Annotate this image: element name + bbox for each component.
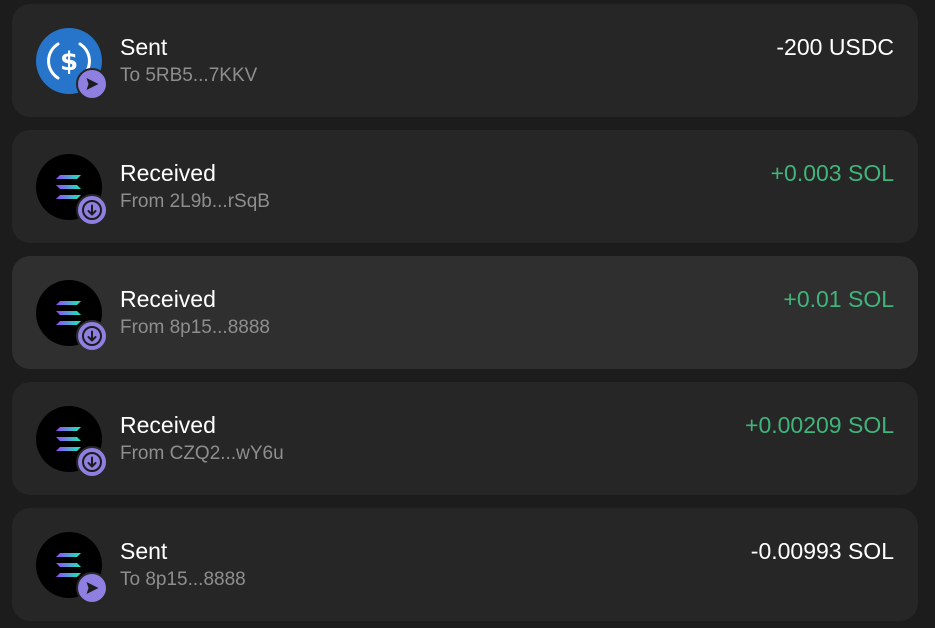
transaction-counterparty: To 8p15...8888 <box>120 569 246 590</box>
transaction-counterparty: From 2L9b...rSqB <box>120 191 270 212</box>
send-icon <box>76 572 108 604</box>
token-avatar <box>36 154 108 226</box>
transaction-list: $ Sent To 5RB5...7KKV -200 USDC Received… <box>0 0 935 628</box>
transaction-row[interactable]: $ Sent To 5RB5...7KKV -200 USDC <box>12 4 918 117</box>
transaction-type: Sent <box>120 34 168 60</box>
transaction-row[interactable]: Received From 2L9b...rSqB +0.003 SOL <box>12 130 918 243</box>
transaction-amount: +0.00209 SOL <box>745 412 894 438</box>
transaction-amount: -200 USDC <box>776 34 894 60</box>
token-avatar <box>36 532 108 604</box>
send-icon <box>76 68 108 100</box>
svg-text:$: $ <box>60 47 78 77</box>
receive-icon <box>76 194 108 226</box>
transaction-counterparty: To 5RB5...7KKV <box>120 65 258 86</box>
transaction-type: Received <box>120 412 216 438</box>
token-avatar: $ <box>36 28 108 100</box>
transaction-amount: -0.00993 SOL <box>750 538 894 564</box>
receive-icon <box>76 446 108 478</box>
transaction-counterparty: From CZQ2...wY6u <box>120 443 284 464</box>
transaction-amount: +0.003 SOL <box>770 160 894 186</box>
transaction-row[interactable]: Sent To 8p15...8888 -0.00993 SOL <box>12 508 918 621</box>
transaction-row[interactable]: Received From 8p15...8888 +0.01 SOL <box>12 256 918 369</box>
transaction-type: Received <box>120 160 216 186</box>
transaction-row[interactable]: Received From CZQ2...wY6u +0.00209 SOL <box>12 382 918 495</box>
transaction-type: Received <box>120 286 216 312</box>
transaction-amount: +0.01 SOL <box>783 286 894 312</box>
token-avatar <box>36 406 108 478</box>
transaction-counterparty: From 8p15...8888 <box>120 317 270 338</box>
receive-icon <box>76 320 108 352</box>
transaction-type: Sent <box>120 538 168 564</box>
token-avatar <box>36 280 108 352</box>
